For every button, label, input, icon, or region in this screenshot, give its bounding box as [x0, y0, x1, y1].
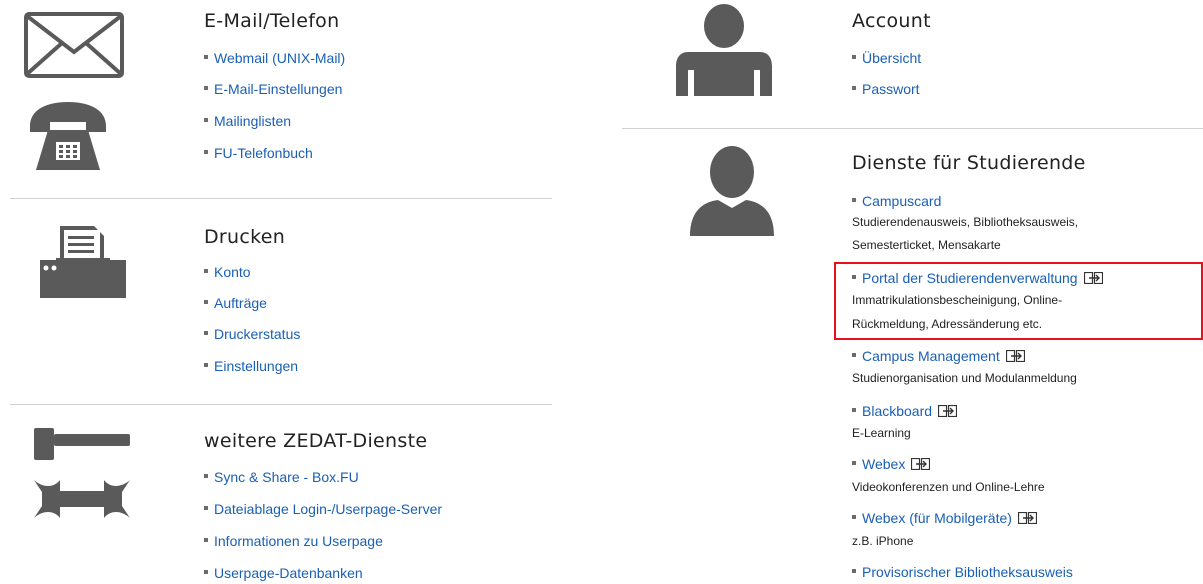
portal-desc-2: Rückmeldung, Adressänderung etc.	[852, 317, 1043, 331]
section-title-students: Dienste für Studierende	[852, 152, 1086, 174]
druckerstatus-link[interactable]: Druckerstatus	[214, 326, 300, 342]
link-dateiablage[interactable]: Dateiablage Login-/Userpage-Server	[204, 501, 442, 517]
link-uebersicht[interactable]: Übersicht	[852, 50, 921, 66]
userpage-info-link[interactable]: Informationen zu Userpage	[214, 533, 383, 549]
external-login-icon	[911, 457, 931, 473]
bullet	[852, 198, 856, 203]
link-phonebook[interactable]: FU-Telefonbuch	[204, 145, 313, 161]
blackboard-link[interactable]: Blackboard	[862, 403, 932, 419]
external-login-icon	[1005, 349, 1025, 365]
link-userpage-db[interactable]: Userpage-Datenbanken	[204, 565, 363, 581]
link-auftraege[interactable]: Aufträge	[204, 295, 267, 311]
uebersicht-link[interactable]: Übersicht	[862, 50, 921, 66]
divider	[622, 128, 1203, 129]
student-avatar-icon	[688, 146, 778, 241]
link-konto[interactable]: Konto	[204, 264, 251, 280]
portal-desc-1: Immatrikulationsbescheinigung, Online-	[852, 293, 1063, 307]
list-item-webex-mobile[interactable]: Webex (für Mobilgeräte)	[852, 510, 1038, 527]
bullet	[852, 569, 856, 574]
section-title-print: Drucken	[204, 226, 286, 248]
passwort-link[interactable]: Passwort	[862, 81, 920, 97]
link-userpage-info[interactable]: Informationen zu Userpage	[204, 533, 383, 549]
bullet	[204, 570, 208, 575]
bullet	[204, 55, 208, 60]
telephone-icon	[26, 100, 110, 181]
external-login-icon	[1017, 511, 1038, 527]
bullet	[852, 55, 856, 60]
section-title-account: Account	[852, 10, 931, 32]
section-title-email: E-Mail/Telefon	[204, 10, 340, 32]
auftraege-link[interactable]: Aufträge	[214, 295, 267, 311]
bullet	[852, 353, 856, 358]
bullet	[852, 408, 856, 413]
wrench-icon	[30, 476, 134, 527]
bullet	[204, 363, 208, 368]
link-druckerstatus[interactable]: Druckerstatus	[204, 326, 300, 342]
link-einstellungen[interactable]: Einstellungen	[204, 358, 298, 374]
email-settings-link[interactable]: E-Mail-Einstellungen	[214, 81, 342, 97]
list-item-campus-management[interactable]: Campus Management	[852, 348, 1025, 364]
bullet	[852, 461, 856, 466]
webex-desc: Videokonferenzen und Online-Lehre	[852, 480, 1045, 494]
konto-link[interactable]: Konto	[214, 264, 251, 280]
user-silhouette-icon	[668, 4, 780, 101]
webmail-link[interactable]: Webmail (UNIX-Mail)	[214, 50, 345, 66]
bullet	[204, 538, 208, 543]
campuscard-link[interactable]: Campuscard	[862, 193, 941, 209]
campus-management-link[interactable]: Campus Management	[862, 348, 1000, 364]
divider	[10, 198, 552, 199]
link-webmail[interactable]: Webmail (UNIX-Mail)	[204, 50, 345, 66]
bullet	[852, 515, 856, 520]
envelope-icon	[24, 12, 124, 83]
link-mailinglists[interactable]: Mailinglisten	[204, 113, 291, 129]
webex-mobile-desc: z.B. iPhone	[852, 534, 914, 548]
box-fu-link[interactable]: Sync & Share - Box.FU	[214, 469, 359, 485]
campuscard-desc-2: Semesterticket, Mensakarte	[852, 238, 1001, 252]
phonebook-link[interactable]: FU-Telefonbuch	[214, 145, 313, 161]
section-title-zedat: weitere ZEDAT-Dienste	[204, 430, 428, 452]
external-login-icon	[937, 404, 958, 420]
list-item-webex[interactable]: Webex	[852, 456, 931, 473]
bullet	[204, 300, 208, 305]
einstellungen-link[interactable]: Einstellungen	[214, 358, 298, 374]
bullet	[204, 86, 208, 91]
list-item-blackboard[interactable]: Blackboard	[852, 403, 958, 420]
divider	[10, 404, 552, 405]
portal-link[interactable]: Portal der Studierendenverwaltung	[862, 270, 1078, 286]
dateiablage-link[interactable]: Dateiablage Login-/Userpage-Server	[214, 501, 442, 517]
campuscard-desc-1: Studierendenausweis, Bibliotheksausweis,	[852, 215, 1079, 229]
printer-icon	[38, 222, 128, 305]
mailinglists-link[interactable]: Mailinglisten	[214, 113, 291, 129]
bullet	[204, 150, 208, 155]
webex-link[interactable]: Webex	[862, 456, 905, 472]
library-card-link[interactable]: Provisorischer Bibliotheksausweis	[862, 564, 1073, 580]
link-email-settings[interactable]: E-Mail-Einstellungen	[204, 81, 342, 97]
bullet	[204, 269, 208, 274]
bullet	[204, 331, 208, 336]
campus-management-desc: Studienorganisation und Modulanmeldung	[852, 371, 1077, 385]
bullet	[852, 275, 856, 280]
list-item-portal[interactable]: Portal der Studierendenverwaltung	[852, 270, 1103, 286]
bullet	[204, 118, 208, 123]
webex-mobile-link[interactable]: Webex (für Mobilgeräte)	[862, 510, 1012, 526]
list-item-library-card[interactable]: Provisorischer Bibliotheksausweis	[852, 564, 1073, 580]
bullet	[852, 86, 856, 91]
blackboard-desc: E-Learning	[852, 426, 911, 440]
bullet	[204, 474, 208, 479]
link-passwort[interactable]: Passwort	[852, 81, 920, 97]
hammer-icon	[30, 424, 134, 469]
userpage-db-link[interactable]: Userpage-Datenbanken	[214, 565, 363, 581]
external-login-icon	[1083, 271, 1103, 287]
bullet	[204, 506, 208, 511]
link-box-fu[interactable]: Sync & Share - Box.FU	[204, 469, 359, 485]
list-item-campuscard[interactable]: Campuscard	[852, 193, 941, 209]
